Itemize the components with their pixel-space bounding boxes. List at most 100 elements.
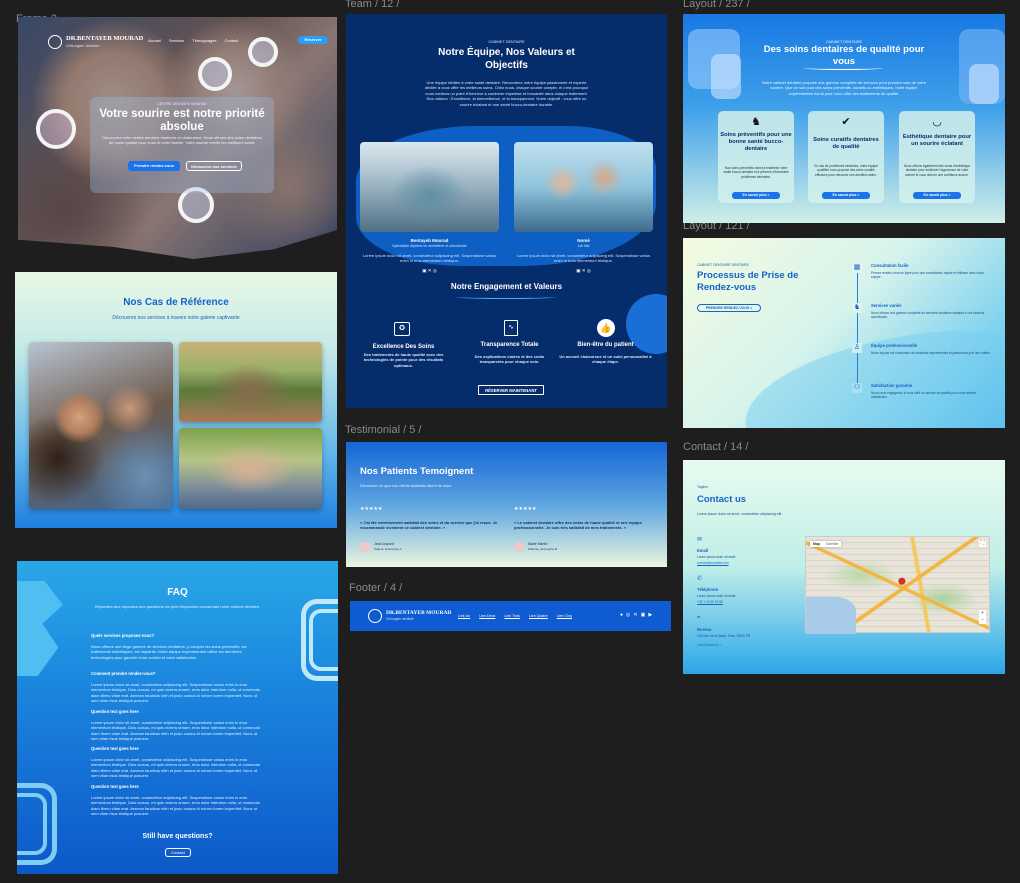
facebook-icon[interactable]: ● <box>620 612 623 618</box>
hero-cta-primary[interactable]: Prendre rendez-vous <box>128 161 180 171</box>
process-timeline <box>857 268 858 393</box>
val2-text: Des explications claires et des coûts tr… <box>474 354 545 365</box>
faq-answer: Nous offrons une large gamme de services… <box>91 644 247 660</box>
hero-nav-item[interactable]: Contact <box>225 38 239 43</box>
service-card-button[interactable]: En savoir plus > <box>732 192 780 199</box>
step-text: Nous nous engageons à vous offrir un ser… <box>871 391 977 400</box>
x-icon[interactable]: ✕ <box>633 612 637 618</box>
team-cta-button[interactable]: RÉSERVER MAINTENANT <box>478 385 544 395</box>
footer-link[interactable]: Lien Deux <box>479 614 495 618</box>
step-text: Notre équipe est composée de dentistes e… <box>871 351 991 355</box>
directions-link[interactable]: Get Directions > <box>697 643 721 647</box>
map-tab[interactable]: Map <box>810 541 823 547</box>
val-icon-award: ✪ <box>394 322 410 336</box>
map-type-toggle: Map Satellite <box>810 541 842 547</box>
gallery-photo-selfie <box>29 342 173 509</box>
fullscreen-icon[interactable]: ⛶ <box>979 540 986 547</box>
office-label: Bureau <box>697 627 712 632</box>
frame-label-team: Team / 12 / <box>345 0 400 10</box>
map-embed[interactable]: Map Satellite ⛶ ⬤ + − <box>805 536 990 634</box>
footer-logo[interactable]: DR.BENTAYEB MOURAD <box>386 610 451 616</box>
email-link[interactable]: contact@monsite.com <box>697 561 729 565</box>
phone-link[interactable]: +33 1 23 45 67 89 <box>697 600 723 604</box>
faq-question[interactable]: Question text goes here <box>91 709 261 714</box>
process-frame: CABINET DENTAIRE DENTAIRE Processus de P… <box>683 238 1005 428</box>
step-text: Prenez rendez-vous en ligne pour une con… <box>871 271 984 280</box>
faq-question[interactable]: Question text goes here <box>91 746 261 751</box>
hero-nav-button[interactable]: Réserver <box>298 36 328 44</box>
testimonial-quote: « J'ai été extrêmement satisfait des soi… <box>360 520 498 531</box>
faq-question[interactable]: Quels services proposez-vous? <box>91 633 261 638</box>
hero-frame: DR.BENTAYEB MOURAD Chirurgien dentiste A… <box>18 17 337 259</box>
member-name: Bentayeb Mourad <box>410 238 449 243</box>
hero-cta-secondary[interactable]: Découvrez nos services <box>186 161 242 171</box>
testimonial-subtitle: Découvrez ce que nos clients satisfaits … <box>360 484 453 488</box>
step-title: Équipe professionnelle <box>871 343 918 348</box>
location-icon: ⌖ <box>697 615 701 621</box>
map-tab[interactable]: Satellite <box>823 541 841 547</box>
team-photo-couple <box>514 142 653 232</box>
cases-subtitle: Découvrez nos services à travers notre g… <box>112 315 240 321</box>
services-deco <box>711 54 741 99</box>
member-social: ▣ ✕ ◎ <box>514 268 653 274</box>
footer-logo-icon <box>368 609 382 623</box>
faq-contact-button[interactable]: Contact <box>165 848 191 857</box>
footer-link[interactable]: Lien Trois <box>504 614 520 618</box>
mail-icon: ✉ <box>697 537 703 543</box>
x-icon[interactable]: ✕ <box>582 268 586 273</box>
hero-nav-item[interactable]: Services <box>169 38 184 43</box>
faq-item[interactable]: Question text goes here Lorem ipsum dolo… <box>91 784 261 817</box>
zoom-in-icon[interactable]: + <box>979 610 986 617</box>
member-role: Spécialiste diplômé en dentisterie et or… <box>392 244 467 248</box>
val2-title: Transparence Totale <box>480 342 539 348</box>
footer-link[interactable]: Lien Quatre <box>529 614 548 618</box>
member-text: Lorem ipsum dolor sit amet, consectetur … <box>362 253 497 264</box>
faq-item[interactable]: Question text goes here Lorem ipsum dolo… <box>91 709 261 742</box>
satisfaction-icon: ⚇ <box>852 383 862 393</box>
testimonial-quote: « Le cabinet dentaire offre des soins de… <box>514 520 642 531</box>
val-icon-chart: ∿ <box>504 320 518 336</box>
map-pin-icon: ⬤ <box>898 578 906 585</box>
val1-title: Excellence Des Soins <box>372 344 435 350</box>
faq-decoration <box>309 609 338 671</box>
faq-question[interactable]: Comment prendre rendez-vous? <box>91 671 261 676</box>
process-title: Processus de Prise de Rendez-vous <box>697 270 799 293</box>
zoom-out-icon[interactable]: − <box>979 617 986 624</box>
hero-nav-item[interactable]: Témoignages <box>192 38 216 43</box>
services-title: Des soins dentaires de qualité pour vous <box>763 44 925 67</box>
cases-frame: Nos Cas de Référence Découvrez nos servi… <box>15 272 337 528</box>
contact-frame: Tagline Contact us Lorem ipsum dolor sit… <box>683 460 1005 674</box>
faq-question[interactable]: Question text goes here <box>91 784 261 789</box>
faq-item[interactable]: Comment prendre rendez-vous? Lorem ipsum… <box>91 671 261 704</box>
hero-nav-item[interactable]: Accueil <box>148 38 161 43</box>
dribbble-icon[interactable]: ◎ <box>433 268 437 273</box>
linkedin-icon[interactable]: ▣ <box>576 268 580 273</box>
footer-link[interactable]: Link Un <box>458 614 470 618</box>
faq-item[interactable]: Question text goes here Lorem ipsum dolo… <box>91 746 261 779</box>
x-icon[interactable]: ✕ <box>428 268 432 273</box>
service-card-text: Nos soins préventifs visent à maintenir … <box>723 166 789 179</box>
footer-links: Link Un Lien Deux Lien Trois Lien Quatre… <box>458 614 572 618</box>
services-frame: CABINET DENTAIRE Des soins dentaires de … <box>683 14 1005 223</box>
avatar <box>360 542 370 552</box>
linkedin-icon[interactable]: ▣ <box>641 612 646 618</box>
dribbble-icon[interactable]: ◎ <box>587 268 591 273</box>
process-cta-button[interactable]: PRENDRE RENDEZ-VOUS > <box>697 304 761 312</box>
member-text: Lorem ipsum dolor sit amet, consectetur … <box>516 253 651 264</box>
faq-item[interactable]: Quels services proposez-vous? Nous offro… <box>91 633 261 660</box>
youtube-icon[interactable]: ▶ <box>648 612 652 618</box>
service-card-button[interactable]: En savoir plus > <box>822 192 870 199</box>
avatar <box>514 542 524 552</box>
gallery-photo-group <box>179 342 322 422</box>
hero-logo[interactable]: DR.BENTAYEB MOURAD <box>66 35 143 42</box>
service-card-title: Esthétique dentaire pour un sourire écla… <box>902 134 972 148</box>
linkedin-icon[interactable]: ▣ <box>422 268 426 273</box>
hero-logo-sub: Chirurgien dentiste <box>66 43 100 48</box>
instagram-icon[interactable]: ◎ <box>626 612 630 618</box>
faq-more-title: Still have questions? <box>142 833 213 840</box>
service-card-button[interactable]: En savoir plus > <box>913 192 961 199</box>
member-social: ▣ ✕ ◎ <box>360 268 499 274</box>
frame-label-layout-services: Layout / 237 / <box>683 0 750 10</box>
footer-link[interactable]: Lien Cinq <box>557 614 572 618</box>
footer-social: ● ◎ ✕ ▣ ▶ <box>620 612 652 618</box>
